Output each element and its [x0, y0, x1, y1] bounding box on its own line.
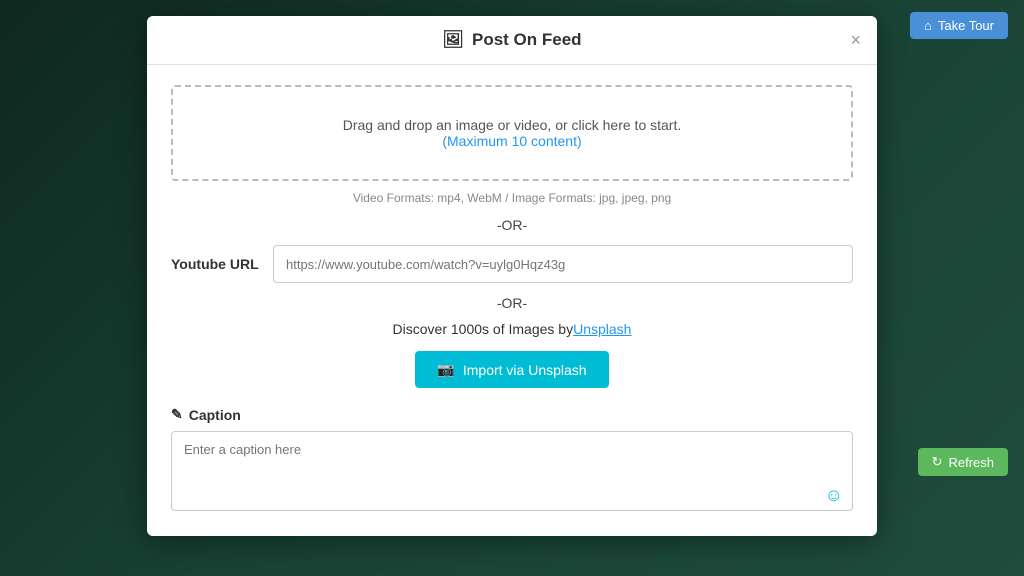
close-button[interactable]: ×	[850, 31, 861, 49]
youtube-row: Youtube URL	[171, 245, 853, 283]
import-btn-label: Import via Unsplash	[463, 362, 587, 378]
dropzone-sub-text[interactable]: (Maximum 10 content)	[193, 133, 831, 149]
camera-icon: 📷	[437, 361, 454, 378]
unsplash-description: Discover 1000s of Images by	[393, 321, 574, 337]
dropzone[interactable]: Drag and drop an image or video, or clic…	[171, 85, 853, 181]
caption-textarea[interactable]	[171, 431, 853, 511]
import-via-unsplash-button[interactable]: 📷 Import via Unsplash	[415, 351, 608, 388]
edit-icon: ✎	[171, 406, 183, 423]
caption-wrapper: ☺	[171, 431, 853, 516]
post-on-feed-modal: 🖼 Post On Feed × Drag and drop an image …	[147, 16, 877, 536]
format-hint: Video Formats: mp4, WebM / Image Formats…	[171, 191, 853, 205]
modal-body: Drag and drop an image or video, or clic…	[147, 65, 877, 536]
dropzone-main-text: Drag and drop an image or video, or clic…	[193, 117, 831, 133]
youtube-label: Youtube URL	[171, 256, 261, 272]
modal-title: 🖼 Post On Feed	[442, 30, 581, 50]
youtube-input[interactable]	[273, 245, 853, 283]
modal-header: 🖼 Post On Feed ×	[147, 16, 877, 65]
caption-section: ✎ Caption ☺	[171, 406, 853, 516]
image-frame-icon: 🖼	[442, 30, 464, 50]
modal-backdrop: 🖼 Post On Feed × Drag and drop an image …	[0, 0, 1024, 576]
or-divider-2: -OR-	[171, 295, 853, 311]
emoji-icon[interactable]: ☺	[825, 485, 843, 506]
unsplash-link[interactable]: Unsplash	[573, 321, 631, 337]
caption-label: ✎ Caption	[171, 406, 853, 423]
or-divider-1: -OR-	[171, 217, 853, 233]
unsplash-text: Discover 1000s of Images byUnsplash	[171, 321, 853, 337]
